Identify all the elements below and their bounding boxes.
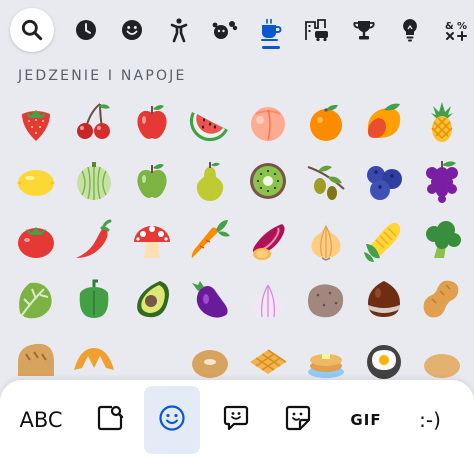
emoji-watermelon[interactable]: [184, 96, 236, 148]
emoji-kiwi[interactable]: [242, 155, 294, 207]
category-people[interactable]: [157, 8, 201, 52]
sticker-search-icon: [95, 403, 125, 437]
emoticons-label: :-): [419, 408, 441, 432]
emoji-red-apple[interactable]: [126, 96, 178, 148]
sticker-button[interactable]: [272, 386, 324, 454]
activities-trophy-icon: [352, 18, 376, 42]
emoji-tomato[interactable]: [10, 214, 62, 266]
emoji-cherries[interactable]: [68, 96, 120, 148]
gif-button[interactable]: GIF: [340, 386, 392, 454]
emoji-tab-button[interactable]: [144, 386, 200, 454]
food-drink-icon: [259, 18, 283, 42]
emoji-grapes[interactable]: [416, 155, 468, 207]
emoji-pineapple[interactable]: [416, 96, 468, 148]
emoji-croissant[interactable]: [68, 332, 120, 384]
svg-text:&: &: [445, 21, 454, 32]
emoji-peanuts[interactable]: [416, 273, 468, 325]
emoji-eggplant[interactable]: [184, 273, 236, 325]
emoji-melon[interactable]: [68, 155, 120, 207]
emoji-waffle[interactable]: [242, 332, 294, 384]
svg-text:%: %: [457, 21, 467, 32]
category-recent[interactable]: [64, 8, 108, 52]
emoji-potato[interactable]: [300, 273, 352, 325]
emoji-search-button[interactable]: [10, 8, 54, 52]
emoji-pancakes[interactable]: [300, 332, 352, 384]
category-food-drink[interactable]: [249, 8, 293, 52]
emoji-mango[interactable]: [358, 96, 410, 148]
emoji-bagel[interactable]: [184, 332, 236, 384]
emoji-onion[interactable]: [300, 214, 352, 266]
gif-label: GIF: [350, 411, 382, 429]
sticker-icon: [283, 403, 313, 437]
person-icon: [167, 17, 191, 43]
emoji-bell-pepper[interactable]: [68, 273, 120, 325]
category-smileys[interactable]: [110, 8, 154, 52]
emoji-chestnut[interactable]: [358, 273, 410, 325]
category-symbols[interactable]: &%: [434, 8, 474, 52]
emoji-green-apple[interactable]: [126, 155, 178, 207]
emoji-category-bar: &%: [0, 0, 474, 60]
section-title: JEDZENIE I NAPOJE: [18, 68, 187, 84]
emoji-leafy-green[interactable]: [10, 273, 62, 325]
emoji-face-icon: [157, 403, 187, 437]
recent-clock-icon: [74, 18, 98, 42]
emoji-corn[interactable]: [358, 214, 410, 266]
emoji-fried-egg[interactable]: [358, 332, 410, 384]
emoji-grid: [0, 92, 474, 392]
emoji-avocado[interactable]: [126, 273, 178, 325]
keyboard-bottom-bar: ABC GIF :-): [0, 380, 474, 461]
category-travel-places[interactable]: [295, 8, 339, 52]
category-animals-nature[interactable]: [203, 8, 247, 52]
emoji-strawberry[interactable]: [10, 96, 62, 148]
bitmoji-icon: [221, 403, 251, 437]
emoji-tangerine[interactable]: [300, 96, 352, 148]
smiley-icon: [120, 18, 144, 42]
objects-lightbulb-icon: [398, 17, 422, 43]
emoji-sweet-potato[interactable]: [242, 214, 294, 266]
emoji-carrot[interactable]: [184, 214, 236, 266]
travel-places-icon: [304, 18, 330, 42]
abc-label: ABC: [19, 408, 63, 432]
emoji-pear[interactable]: [184, 155, 236, 207]
emoji-flatbread[interactable]: [416, 332, 468, 384]
animals-nature-icon: [211, 18, 239, 42]
emoji-peach[interactable]: [242, 96, 294, 148]
category-objects[interactable]: [388, 8, 432, 52]
bitmoji-button[interactable]: [210, 386, 262, 454]
sticker-search-button[interactable]: [84, 386, 136, 454]
emoji-olive[interactable]: [300, 155, 352, 207]
emoticons-button[interactable]: :-): [400, 386, 460, 454]
category-activities[interactable]: [342, 8, 386, 52]
emoji-mushroom[interactable]: [126, 214, 178, 266]
emoji-hot-pepper[interactable]: [68, 214, 120, 266]
emoji-bread[interactable]: [10, 332, 62, 384]
emoji-blueberries[interactable]: [358, 155, 410, 207]
emoji-garlic[interactable]: [242, 273, 294, 325]
symbols-icon: &%: [444, 18, 468, 42]
emoji-broccoli[interactable]: [416, 214, 468, 266]
emoji-lemon[interactable]: [10, 155, 62, 207]
abc-keyboard-button[interactable]: ABC: [6, 386, 76, 454]
search-icon: [19, 17, 45, 43]
